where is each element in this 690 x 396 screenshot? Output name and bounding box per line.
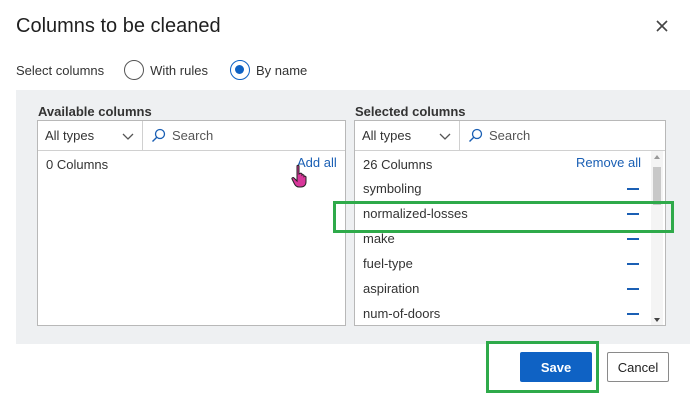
list-item-label: aspiration	[363, 281, 420, 296]
remove-icon[interactable]	[627, 212, 639, 215]
available-count: 0 Columns	[46, 157, 109, 172]
scroll-up-arrow-icon[interactable]	[654, 155, 660, 159]
list-item[interactable]: make	[355, 226, 651, 251]
scroll-down-arrow-icon[interactable]	[654, 318, 660, 322]
selected-count: 26 Columns	[363, 157, 433, 172]
close-button[interactable]	[650, 14, 674, 38]
selected-toolbar: All types Search	[355, 121, 665, 151]
scroll-thumb[interactable]	[653, 167, 661, 205]
selected-search-placeholder: Search	[489, 128, 531, 143]
selected-columns-list: All types Search 26 Columns Remove all s…	[354, 120, 666, 326]
dialog-title: Columns to be cleaned	[16, 15, 221, 37]
select-columns-row: Select columns With rules By name	[16, 58, 317, 82]
remove-icon[interactable]	[627, 187, 639, 190]
list-item-label: symboling	[363, 181, 422, 196]
hand-cursor-icon	[291, 164, 307, 188]
radio-by-name[interactable]: By name	[229, 60, 308, 80]
available-toolbar: All types Search	[38, 121, 345, 151]
selected-columns-heading: Selected columns	[355, 104, 466, 119]
list-item[interactable]: normalized-losses	[355, 201, 651, 226]
remove-icon[interactable]	[627, 262, 639, 265]
selected-items: symboling normalized-losses make fuel-ty…	[355, 176, 651, 326]
list-item-label: fuel-type	[363, 256, 413, 271]
remove-icon[interactable]	[627, 287, 639, 290]
save-button[interactable]: Save	[520, 352, 592, 382]
radio-with-rules-label: With rules	[150, 62, 208, 78]
available-search-input[interactable]: Search	[143, 121, 345, 150]
list-item[interactable]: symboling	[355, 176, 651, 201]
radio-by-name-indicator[interactable]	[229, 60, 250, 80]
available-columns-heading: Available columns	[38, 104, 152, 119]
available-type-value: All types	[45, 128, 95, 143]
list-item[interactable]: aspiration	[355, 276, 651, 301]
available-search-placeholder: Search	[172, 128, 214, 143]
selected-scrollbar[interactable]	[651, 151, 663, 325]
select-columns-label: Select columns	[16, 62, 105, 78]
search-icon	[469, 128, 483, 142]
radio-with-rules[interactable]: With rules	[124, 60, 208, 80]
chevron-down-icon	[122, 133, 134, 140]
radio-with-rules-indicator[interactable]	[124, 60, 145, 80]
list-item[interactable]: fuel-type	[355, 251, 651, 276]
remove-all-link[interactable]: Remove all	[576, 155, 641, 170]
list-item-label: normalized-losses	[363, 206, 468, 221]
available-columns-list: All types Search 0 Columns Add all	[37, 120, 346, 326]
list-item-label: num-of-doors	[363, 306, 441, 321]
remove-icon[interactable]	[627, 237, 639, 240]
selected-type-dropdown[interactable]: All types	[355, 121, 460, 150]
radio-by-name-label: By name	[255, 62, 308, 78]
search-icon	[152, 128, 166, 142]
list-item-label: make	[363, 231, 395, 246]
close-icon[interactable]	[650, 14, 674, 38]
available-type-dropdown[interactable]: All types	[38, 121, 143, 150]
selected-type-value: All types	[362, 128, 412, 143]
selected-search-input[interactable]: Search	[460, 121, 665, 150]
list-item[interactable]: num-of-doors	[355, 301, 651, 326]
cancel-button[interactable]: Cancel	[607, 352, 669, 382]
remove-icon[interactable]	[627, 312, 639, 315]
chevron-down-icon	[439, 133, 451, 140]
